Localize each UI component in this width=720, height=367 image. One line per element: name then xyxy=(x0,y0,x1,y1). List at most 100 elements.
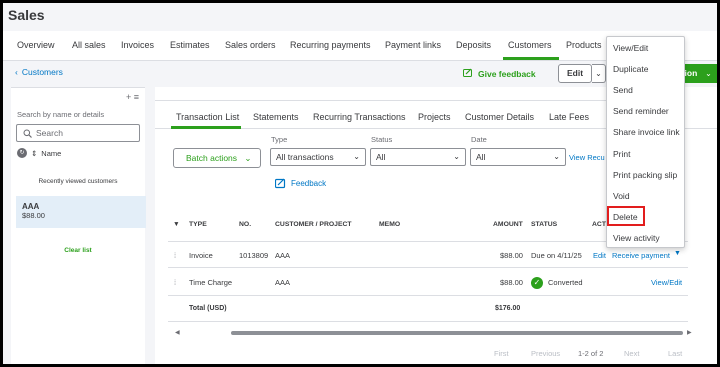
menu-item-share-invoice-link[interactable]: Share invoice link xyxy=(613,127,680,137)
status-filter-select[interactable]: All ⌄ xyxy=(370,148,466,166)
menu-item-send-reminder[interactable]: Send reminder xyxy=(613,106,669,116)
sort-control[interactable]: ↻ ⇕ Name xyxy=(17,148,61,158)
row-checkbox-edge[interactable]: ⁞ xyxy=(174,251,176,260)
view-edit-link[interactable]: View/Edit xyxy=(651,278,682,287)
col-header-type[interactable]: TYPE xyxy=(189,221,207,228)
col-header-memo[interactable]: MEMO xyxy=(379,221,400,228)
tab-recurring-payments[interactable]: Recurring payments xyxy=(290,40,371,50)
menu-item-view-activity[interactable]: View activity xyxy=(613,233,660,243)
edit-link[interactable]: Edit xyxy=(593,251,606,260)
scroll-left-icon[interactable]: ◀ xyxy=(175,329,180,336)
type-filter-value: All transactions xyxy=(276,152,334,162)
tab-overview[interactable]: Overview xyxy=(17,40,55,50)
customer-amount: $88.00 xyxy=(22,211,45,220)
menu-item-duplicate[interactable]: Duplicate xyxy=(613,64,648,74)
sidebar-actions: + ≡ xyxy=(126,92,139,102)
chevron-left-icon: ‹ xyxy=(15,67,18,77)
menu-item-send[interactable]: Send xyxy=(613,85,633,95)
view-recurring-link[interactable]: View Recu xyxy=(569,153,605,162)
cell-customer: AAA xyxy=(275,251,291,260)
back-link-label: Customers xyxy=(21,67,63,77)
menu-item-view-edit[interactable]: View/Edit xyxy=(613,43,648,53)
cell-amount: $88.00 xyxy=(500,251,523,260)
previous-page-button[interactable]: Previous xyxy=(531,349,560,358)
tab-late-fees[interactable]: Late Fees xyxy=(549,112,589,122)
new-transaction-caret[interactable]: ⌄ xyxy=(700,64,717,83)
history-icon: ↻ xyxy=(17,148,27,158)
receive-payment-link[interactable]: Receive payment xyxy=(612,251,670,260)
tab-statements[interactable]: Statements xyxy=(253,112,299,122)
menu-item-print[interactable]: Print xyxy=(613,149,630,159)
give-feedback-button[interactable]: Give feedback xyxy=(463,68,536,80)
next-page-button[interactable]: Next xyxy=(624,349,639,358)
date-filter-label: Date xyxy=(471,135,487,144)
feedback-link[interactable]: Feedback xyxy=(275,178,326,189)
chevron-down-icon: ⌄ xyxy=(553,152,560,161)
sort-arrow-icon[interactable]: ▼ xyxy=(173,221,180,228)
tab-estimates[interactable]: Estimates xyxy=(170,40,210,50)
col-header-customer[interactable]: CUSTOMER / PROJECT xyxy=(275,221,352,228)
scroll-right-icon[interactable]: ▶ xyxy=(687,329,692,336)
feedback-icon xyxy=(275,178,286,189)
scrollbar-thumb[interactable] xyxy=(231,331,683,335)
tab-invoices[interactable]: Invoices xyxy=(121,40,154,50)
back-to-customers-link[interactable]: ‹ Customers xyxy=(15,67,63,77)
app-frame: Sales Overview All sales Invoices Estima… xyxy=(3,3,717,364)
customer-name: AAA xyxy=(22,202,40,211)
date-filter-select[interactable]: All ⌄ xyxy=(470,148,566,166)
list-menu-icon[interactable]: ≡ xyxy=(134,92,139,102)
tab-customers[interactable]: Customers xyxy=(508,40,552,50)
cell-status: Due on 4/11/25 xyxy=(531,251,582,260)
last-page-button[interactable]: Last xyxy=(668,349,682,358)
cell-amount: $88.00 xyxy=(500,278,523,287)
total-label: Total (USD) xyxy=(189,305,227,312)
sort-arrow-icon: ⇕ xyxy=(31,148,38,158)
cell-type: Invoice xyxy=(189,251,213,260)
chevron-down-icon[interactable]: ▼ xyxy=(674,250,681,257)
tab-customer-details[interactable]: Customer Details xyxy=(465,112,534,122)
row-divider xyxy=(168,295,688,296)
chevron-down-icon: ⌄ xyxy=(244,153,252,163)
edit-button[interactable]: Edit xyxy=(558,64,592,83)
delete-highlight-box xyxy=(607,206,645,226)
give-feedback-label: Give feedback xyxy=(478,69,536,79)
menu-item-void[interactable]: Void xyxy=(613,191,630,201)
search-placeholder: Search xyxy=(36,128,63,138)
type-filter-select[interactable]: All transactions ⌄ xyxy=(270,148,366,166)
tab-projects[interactable]: Projects xyxy=(418,112,451,122)
recently-viewed-label: Recently viewed customers xyxy=(38,178,118,185)
first-page-button[interactable]: First xyxy=(494,349,509,358)
tab-recurring-transactions[interactable]: Recurring Transactions xyxy=(313,112,406,122)
chevron-down-icon: ⌄ xyxy=(453,152,460,161)
cell-type: Time Charge xyxy=(189,278,233,287)
page-range: 1-2 of 2 xyxy=(578,349,604,358)
tab-sales-orders[interactable]: Sales orders xyxy=(225,40,276,50)
tab-transaction-list[interactable]: Transaction List xyxy=(176,112,239,122)
cell-no: 1013809 xyxy=(239,251,269,260)
col-header-status[interactable]: STATUS xyxy=(531,221,557,228)
search-icon xyxy=(23,129,32,138)
col-header-no[interactable]: NO. xyxy=(239,221,251,228)
row-divider xyxy=(168,321,688,322)
search-label: Search by name or details xyxy=(17,110,105,119)
menu-item-print-packing-slip[interactable]: Print packing slip xyxy=(613,170,677,180)
chevron-down-icon: ⌄ xyxy=(595,69,602,78)
add-icon[interactable]: + xyxy=(126,92,131,102)
row-checkbox-edge[interactable]: ⁞ xyxy=(174,278,176,287)
cell-status: Converted xyxy=(548,278,583,287)
col-header-amount[interactable]: AMOUNT xyxy=(493,221,523,228)
tab-deposits[interactable]: Deposits xyxy=(456,40,491,50)
customer-search-input[interactable]: Search xyxy=(16,124,140,142)
customer-list-item[interactable]: AAA $88.00 xyxy=(16,196,146,228)
batch-actions-button[interactable]: Batch actions ⌄ xyxy=(173,148,261,168)
chevron-down-icon: ⌄ xyxy=(705,69,712,78)
page-title: Sales xyxy=(8,7,45,23)
clear-list-link[interactable]: Clear list xyxy=(11,247,145,254)
tab-products[interactable]: Products xyxy=(566,40,602,50)
tab-all-sales[interactable]: All sales xyxy=(72,40,106,50)
edit-dropdown-caret[interactable]: ⌄ xyxy=(592,64,606,83)
feedback-icon xyxy=(463,68,473,80)
status-filter-value: All xyxy=(376,152,386,162)
batch-actions-label: Batch actions xyxy=(186,153,238,163)
tab-payment-links[interactable]: Payment links xyxy=(385,40,441,50)
